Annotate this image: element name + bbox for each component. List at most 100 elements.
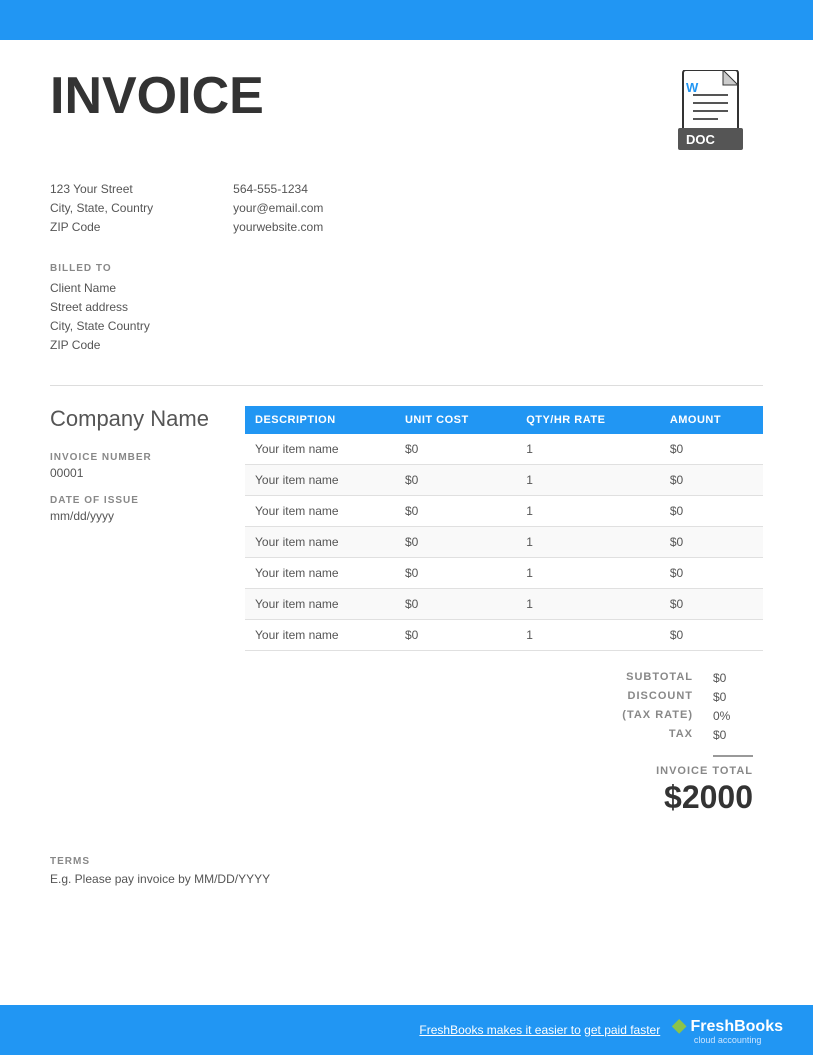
terms-text: E.g. Please pay invoice by MM/DD/YYYY <box>50 872 763 886</box>
row-unit-cost: $0 <box>395 434 516 465</box>
row-description: Your item name <box>245 558 395 589</box>
svg-text:DOC: DOC <box>686 132 716 147</box>
left-panel: Company Name INVOICE NUMBER 00001 DATE O… <box>50 406 225 651</box>
invoice-total-amount: $2000 <box>664 779 753 816</box>
street-address: 123 Your Street <box>50 180 153 199</box>
subtotal-row: SUBTOTAL $0 <box>533 671 753 685</box>
address-block: 123 Your Street City, State, Country ZIP… <box>50 180 153 238</box>
row-unit-cost: $0 <box>395 620 516 651</box>
billed-info: Client Name Street address City, State C… <box>50 279 763 356</box>
row-description: Your item name <box>245 434 395 465</box>
lower-section: Company Name INVOICE NUMBER 00001 DATE O… <box>50 406 763 651</box>
doc-icon: W DOC <box>673 70 763 160</box>
discount-value: $0 <box>713 690 753 704</box>
footer-promo: FreshBooks makes it easier to get paid f… <box>419 1023 660 1037</box>
freshbooks-logo: ◆ FreshBooks cloud accounting <box>672 1016 783 1045</box>
row-unit-cost: $0 <box>395 465 516 496</box>
row-unit-cost: $0 <box>395 496 516 527</box>
address-section: 123 Your Street City, State, Country ZIP… <box>50 180 763 238</box>
table-row: Your item name $0 1 $0 <box>245 465 763 496</box>
row-amount: $0 <box>660 558 763 589</box>
table-row: Your item name $0 1 $0 <box>245 620 763 651</box>
table-row: Your item name $0 1 $0 <box>245 589 763 620</box>
client-street: Street address <box>50 298 763 317</box>
totals-divider <box>713 755 753 757</box>
row-amount: $0 <box>660 496 763 527</box>
terms-section: TERMS E.g. Please pay invoice by MM/DD/Y… <box>50 856 763 886</box>
bottom-bar: FreshBooks makes it easier to get paid f… <box>0 1005 813 1055</box>
invoice-total-label: INVOICE TOTAL <box>656 765 753 777</box>
right-panel: DESCRIPTION UNIT COST QTY/HR RATE AMOUNT… <box>245 406 763 651</box>
invoice-title: INVOICE <box>50 70 264 122</box>
col-amount: AMOUNT <box>660 406 763 434</box>
date-of-issue-block: DATE OF ISSUE mm/dd/yyyy <box>50 495 225 523</box>
client-city-state: City, State Country <box>50 317 763 336</box>
footer-promo-link[interactable]: get paid faster <box>584 1023 660 1037</box>
table-row: Your item name $0 1 $0 <box>245 527 763 558</box>
table-header-row: DESCRIPTION UNIT COST QTY/HR RATE AMOUNT <box>245 406 763 434</box>
city-state-country: City, State, Country <box>50 199 153 218</box>
invoice-number-block: INVOICE NUMBER 00001 <box>50 452 225 480</box>
row-qty: 1 <box>516 589 660 620</box>
table-row: Your item name $0 1 $0 <box>245 558 763 589</box>
row-qty: 1 <box>516 434 660 465</box>
invoice-table: DESCRIPTION UNIT COST QTY/HR RATE AMOUNT… <box>245 406 763 651</box>
row-qty: 1 <box>516 527 660 558</box>
main-content: INVOICE W DOC 123 Your Street City, Stat… <box>0 40 813 976</box>
table-row: Your item name $0 1 $0 <box>245 434 763 465</box>
tax-label: TAX <box>533 728 693 742</box>
date-of-issue-value: mm/dd/yyyy <box>50 509 225 523</box>
row-unit-cost: $0 <box>395 558 516 589</box>
tax-rate-label: (TAX RATE) <box>533 709 693 723</box>
freshbooks-brand-sub: cloud accounting <box>694 1035 762 1045</box>
row-description: Your item name <box>245 465 395 496</box>
phone: 564-555-1234 <box>233 180 323 199</box>
freshbooks-brand-name: ◆ FreshBooks <box>672 1016 783 1035</box>
tax-value: $0 <box>713 728 753 742</box>
row-amount: $0 <box>660 465 763 496</box>
invoice-number-value: 00001 <box>50 466 225 480</box>
row-description: Your item name <box>245 527 395 558</box>
row-description: Your item name <box>245 589 395 620</box>
row-qty: 1 <box>516 465 660 496</box>
zip-code: ZIP Code <box>50 218 153 237</box>
totals-section: SUBTOTAL $0 DISCOUNT $0 (TAX RATE) 0% TA… <box>50 671 763 816</box>
billed-section: BILLED TO Client Name Street address Cit… <box>50 263 763 356</box>
subtotal-label: SUBTOTAL <box>533 671 693 685</box>
col-description: DESCRIPTION <box>245 406 395 434</box>
col-unit-cost: UNIT COST <box>395 406 516 434</box>
invoice-number-label: INVOICE NUMBER <box>50 452 225 463</box>
top-bar <box>0 0 813 40</box>
company-name: Company Name <box>50 406 225 432</box>
row-qty: 1 <box>516 558 660 589</box>
row-qty: 1 <box>516 496 660 527</box>
table-row: Your item name $0 1 $0 <box>245 496 763 527</box>
row-description: Your item name <box>245 496 395 527</box>
terms-label: TERMS <box>50 856 763 867</box>
col-qty: QTY/HR RATE <box>516 406 660 434</box>
row-description: Your item name <box>245 620 395 651</box>
tax-row: TAX $0 <box>533 728 753 742</box>
discount-row: DISCOUNT $0 <box>533 690 753 704</box>
svg-text:W: W <box>686 80 699 95</box>
header-section: INVOICE W DOC <box>50 70 763 160</box>
row-qty: 1 <box>516 620 660 651</box>
client-zip: ZIP Code <box>50 336 763 355</box>
client-name: Client Name <box>50 279 763 298</box>
tax-rate-value: 0% <box>713 709 753 723</box>
contact-block: 564-555-1234 your@email.com yourwebsite.… <box>233 180 323 238</box>
row-unit-cost: $0 <box>395 527 516 558</box>
website: yourwebsite.com <box>233 218 323 237</box>
row-unit-cost: $0 <box>395 589 516 620</box>
row-amount: $0 <box>660 620 763 651</box>
row-amount: $0 <box>660 589 763 620</box>
date-of-issue-label: DATE OF ISSUE <box>50 495 225 506</box>
email: your@email.com <box>233 199 323 218</box>
row-amount: $0 <box>660 434 763 465</box>
discount-label: DISCOUNT <box>533 690 693 704</box>
tax-rate-row: (TAX RATE) 0% <box>533 709 753 723</box>
subtotal-value: $0 <box>713 671 753 685</box>
divider <box>50 385 763 386</box>
row-amount: $0 <box>660 527 763 558</box>
billed-to-label: BILLED TO <box>50 263 763 274</box>
